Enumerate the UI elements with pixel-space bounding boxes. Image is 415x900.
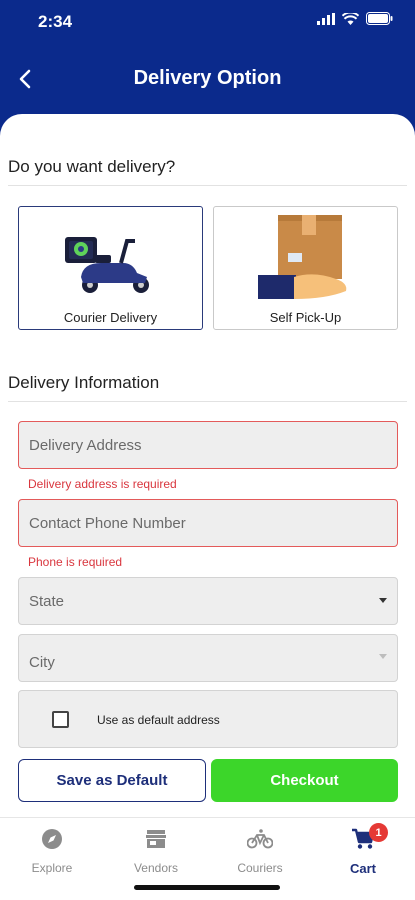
contact-phone-input[interactable]: Contact Phone Number (18, 499, 398, 547)
compass-icon (42, 829, 62, 849)
city-select[interactable]: City (18, 634, 398, 682)
scooter-icon (19, 211, 202, 307)
phone-error: Phone is required (28, 555, 123, 569)
home-indicator (134, 885, 280, 890)
delivery-address-input[interactable]: Delivery Address (18, 421, 398, 469)
signal-icon (317, 12, 335, 25)
tab-vendors-label: Vendors (133, 861, 179, 875)
status-bar: 2:34 (0, 0, 415, 44)
dropdown-arrow-icon (379, 598, 387, 603)
bicycle-icon (247, 829, 273, 849)
default-address-label: Use as default address (97, 713, 220, 727)
divider (8, 401, 407, 402)
city-placeholder: City (29, 654, 55, 671)
tab-cart[interactable]: 1 Cart (311, 823, 415, 876)
dropdown-arrow-icon (379, 654, 387, 659)
package-hand-icon (214, 211, 397, 307)
tab-cart-label: Cart (349, 861, 376, 876)
status-time: 2:34 (38, 12, 73, 31)
courier-delivery-label: Courier Delivery (63, 310, 158, 325)
delivery-question: Do you want delivery? (8, 157, 176, 176)
default-address-checkbox[interactable] (52, 711, 69, 728)
delivery-info-title: Delivery Information (8, 373, 160, 392)
state-placeholder: State (29, 592, 65, 610)
tab-explore-label: Explore (31, 861, 73, 875)
tab-couriers-label: Couriers (237, 861, 283, 875)
battery-icon (366, 12, 393, 25)
state-select[interactable]: State (18, 577, 398, 625)
cart-badge: 1 (369, 823, 388, 842)
divider (8, 185, 407, 186)
page-title: Delivery Option (133, 67, 282, 89)
tab-couriers[interactable]: Couriers (208, 826, 312, 875)
store-icon (146, 830, 166, 848)
self-pickup-option[interactable]: Self Pick-Up (213, 206, 398, 330)
wifi-icon (342, 12, 359, 25)
tab-vendors[interactable]: Vendors (104, 826, 208, 875)
self-pickup-label: Self Pick-Up (269, 310, 342, 325)
delivery-address-placeholder: Delivery Address (29, 436, 142, 454)
save-as-default-button[interactable]: Save as Default (18, 759, 206, 802)
tab-explore[interactable]: Explore (0, 826, 104, 875)
courier-delivery-option[interactable]: Courier Delivery (18, 206, 203, 330)
status-icons (317, 12, 393, 25)
address-error: Delivery address is required (28, 477, 177, 491)
checkout-button[interactable]: Checkout (211, 759, 398, 802)
default-address-row: Use as default address (18, 690, 398, 748)
contact-phone-placeholder: Contact Phone Number (29, 514, 186, 532)
